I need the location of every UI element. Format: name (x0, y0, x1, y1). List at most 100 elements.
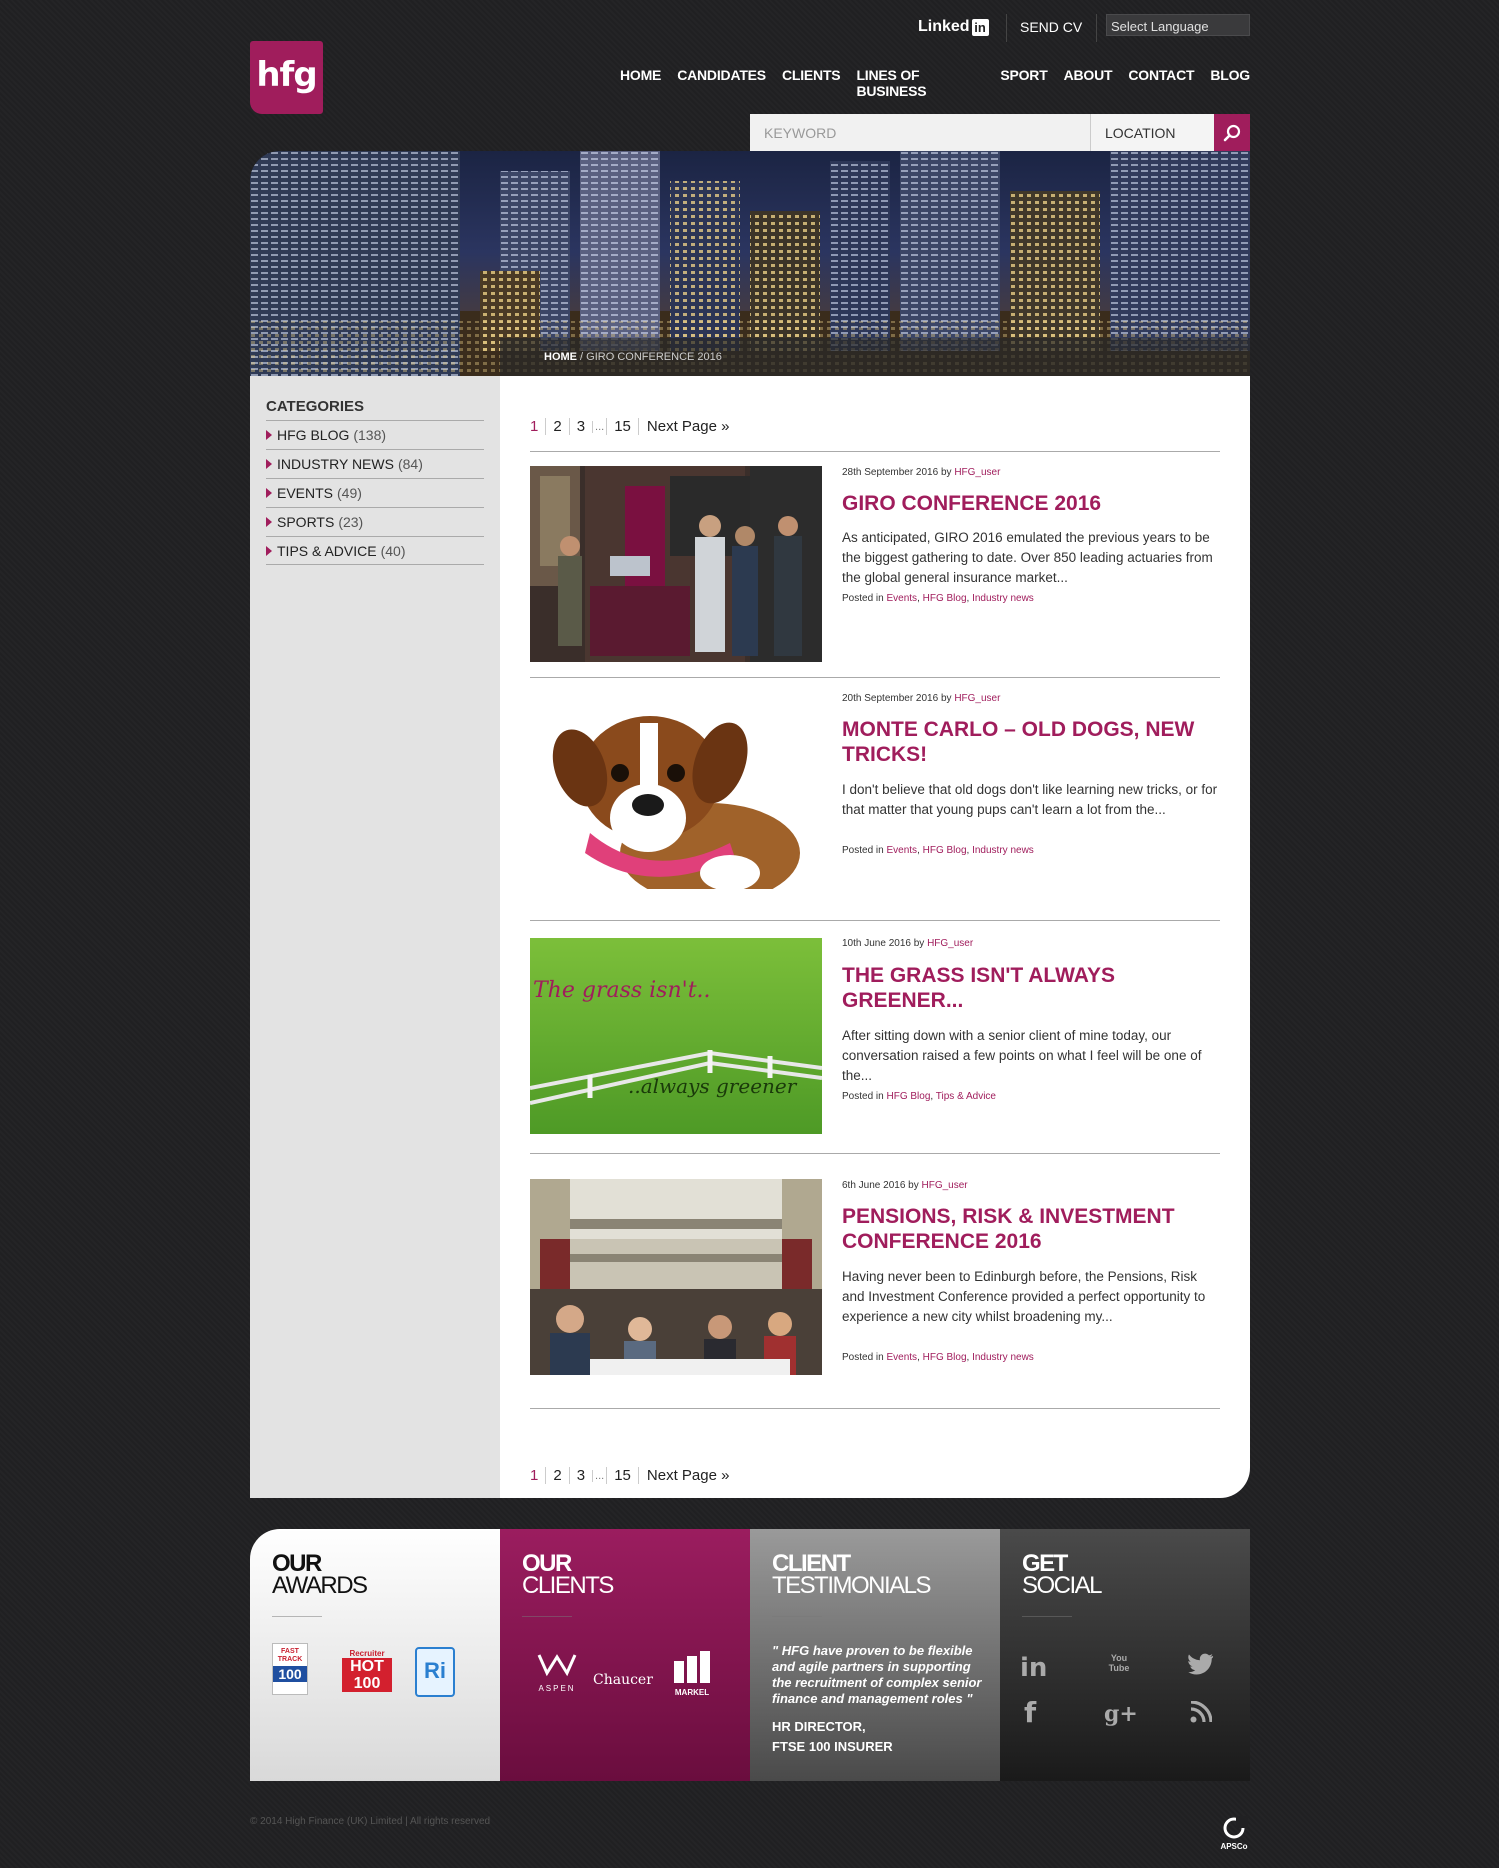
apsco-logo[interactable]: APSCo (1217, 1816, 1251, 1851)
page-2-link[interactable]: 2 (545, 418, 568, 435)
page-3-link[interactable]: 3 (568, 418, 592, 435)
page-2-link[interactable]: 2 (545, 1467, 568, 1484)
post-author-link[interactable]: HFG_user (954, 693, 1000, 704)
aspen-logo[interactable]: ASPEN (530, 1651, 584, 1693)
nav-home[interactable]: HOME (620, 67, 661, 99)
arrow-icon (266, 545, 272, 556)
post-title[interactable]: GIRO CONFERENCE 2016 (842, 491, 1212, 516)
twitter-bird-icon (1188, 1653, 1214, 1675)
rss-social-icon[interactable] (1190, 1700, 1213, 1728)
pagination-top: 1 2 3 ... 15 Next Page » (530, 418, 729, 435)
arrow-icon (266, 488, 272, 498)
tag-events[interactable]: Events (886, 593, 917, 604)
tag-industry-news[interactable]: Industry news (972, 1352, 1034, 1363)
post-author-link[interactable]: HFG_user (922, 1180, 968, 1191)
page-1-link[interactable]: 1 (530, 1467, 545, 1484)
post-tags: Posted in Events, HFG Blog, Industry new… (842, 593, 1034, 604)
tag-hfg-blog[interactable]: HFG Blog (886, 1091, 930, 1102)
facebook-social-icon[interactable]: f (1024, 1699, 1036, 1727)
chaucer-logo[interactable]: Chaucer (593, 1672, 653, 1688)
grass-image-caption-top: The grass isn't.. (533, 978, 711, 1003)
post-by: by (940, 467, 952, 478)
tag-hfg-blog[interactable]: HFG Blog (923, 593, 967, 604)
nav-lines-of-business[interactable]: LINES OF BUSINESS (856, 67, 984, 99)
posted-in-label: Posted in (842, 593, 884, 604)
google-plus-social-icon[interactable]: g+ (1104, 1701, 1138, 1727)
markel-logo[interactable]: MARKEL (670, 1651, 714, 1697)
page-1-link[interactable]: 1 (530, 418, 545, 435)
ri-award-badge[interactable]: Ri (415, 1647, 455, 1697)
testimonial-author: HR DIRECTOR, FTSE 100 INSURER (772, 1719, 893, 1754)
linkedin-social-icon[interactable]: in (1020, 1653, 1047, 1683)
aspen-logo-mark (537, 1654, 577, 1677)
page-3-link[interactable]: 3 (568, 1467, 592, 1484)
hot-100-award-badge[interactable]: Recruiter HOT 100 (342, 1649, 392, 1693)
grass-fence-image (530, 938, 822, 1134)
tag-events[interactable]: Events (886, 845, 917, 856)
tag-industry-news[interactable]: Industry news (972, 845, 1034, 856)
next-page-link[interactable]: Next Page » (637, 418, 729, 435)
tag-hfg-blog[interactable]: HFG Blog (923, 1352, 967, 1363)
tag-hfg-blog[interactable]: HFG Blog (923, 845, 967, 856)
post-thumbnail[interactable] (530, 693, 822, 889)
search-button[interactable] (1214, 114, 1250, 151)
category-industry-news[interactable]: INDUSTRY NEWS (84) (266, 449, 484, 478)
nav-contact[interactable]: CONTACT (1128, 67, 1194, 99)
tag-tips-advice[interactable]: Tips & Advice (936, 1091, 996, 1102)
post-date: 6th June 2016 (842, 1180, 906, 1191)
location-input[interactable]: LOCATION (1090, 114, 1214, 151)
category-label: HFG BLOG (277, 427, 350, 443)
conference-hall-image (530, 1179, 822, 1375)
post-thumbnail[interactable]: The grass isn't.. ..always greener (530, 938, 822, 1134)
next-page-link[interactable]: Next Page » (637, 1467, 729, 1484)
nav-blog[interactable]: BLOG (1210, 67, 1250, 99)
top-bar: Linked in SEND CV Select Language (250, 0, 1250, 50)
youtube-social-icon[interactable]: You Tube (1108, 1653, 1130, 1673)
tag-events[interactable]: Events (886, 1352, 917, 1363)
content-area: CATEGORIES HFG BLOG (138) INDUSTRY NEWS (8… (250, 376, 1250, 1498)
linkedin-link[interactable]: Linked in (918, 18, 989, 36)
fast-track-award-badge[interactable]: FAST TRACK 100 (272, 1643, 308, 1695)
category-sports[interactable]: SPORTS (23) (266, 507, 484, 536)
copyright-text: © 2014 High Finance (UK) Limited | All r… (250, 1816, 491, 1827)
category-events[interactable]: EVENTS (49) (266, 478, 484, 507)
post-thumbnail[interactable] (530, 1179, 822, 1375)
nav-sport[interactable]: SPORT (1000, 67, 1047, 99)
breadcrumb-home[interactable]: HOME (544, 351, 577, 363)
nav-about[interactable]: ABOUT (1064, 67, 1113, 99)
post-title[interactable]: PENSIONS, RISK & INVESTMENT CONFERENCE 2… (842, 1204, 1212, 1254)
post-tags: Posted in Events, HFG Blog, Industry new… (842, 1352, 1034, 1363)
arrow-icon (266, 517, 272, 527)
footer-tiles: OUR AWARDS FAST TRACK 100 Recruiter HOT 10… (250, 1529, 1250, 1781)
clients-tile: OUR CLIENTS ASPEN Chaucer MARKEL (500, 1529, 750, 1781)
testimonials-title: CLIENT TESTIMONIALS (772, 1550, 932, 1599)
arrow-icon (266, 430, 272, 440)
awards-title: OUR AWARDS (272, 1550, 368, 1599)
send-cv-link[interactable]: SEND CV (1020, 19, 1082, 35)
post-title[interactable]: MONTE CARLO – OLD DOGS, NEW TRICKS! (842, 717, 1212, 767)
puppy-image (530, 693, 822, 889)
post-author-link[interactable]: HFG_user (954, 467, 1000, 478)
tag-industry-news[interactable]: Industry news (972, 593, 1034, 604)
testimonials-tile: CLIENT TESTIMONIALS " HFG have proven to … (750, 1529, 1000, 1781)
linkedin-label: Linked (918, 18, 970, 35)
post-excerpt: As anticipated, GIRO 2016 emulated the p… (842, 530, 1213, 585)
category-count: (40) (380, 542, 406, 559)
post-divider (530, 677, 1220, 678)
category-hfg-blog[interactable]: HFG BLOG (138) (266, 420, 484, 449)
category-label: INDUSTRY NEWS (277, 456, 394, 472)
testimonial-quote: " HFG have proven to be flexible and agi… (772, 1643, 982, 1706)
hfg-logo[interactable]: hfg (250, 41, 323, 114)
page-15-link[interactable]: 15 (606, 418, 638, 435)
nav-candidates[interactable]: CANDIDATES (677, 67, 766, 99)
post-thumbnail[interactable] (530, 466, 822, 662)
language-select[interactable]: Select Language (1106, 14, 1250, 36)
keyword-input[interactable]: KEYWORD (750, 114, 1090, 151)
twitter-social-icon[interactable] (1188, 1653, 1214, 1680)
page-15-link[interactable]: 15 (606, 1467, 638, 1484)
post-author-link[interactable]: HFG_user (927, 938, 973, 949)
nav-clients[interactable]: CLIENTS (782, 67, 841, 99)
post-title[interactable]: THE GRASS ISN'T ALWAYS GREENER... (842, 963, 1212, 1013)
arrow-icon (266, 459, 272, 469)
category-tips-advice[interactable]: TIPS & ADVICE (40) (266, 536, 484, 565)
